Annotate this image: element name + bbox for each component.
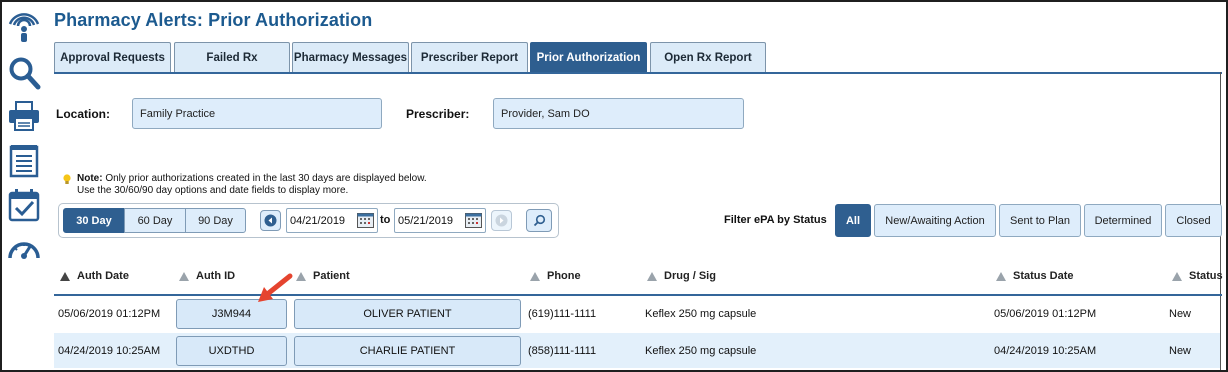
note-text: Note: Only prior authorizations created … bbox=[62, 173, 427, 197]
calendar-check-icon[interactable] bbox=[6, 188, 42, 222]
auth-id-button[interactable]: UXDTHD bbox=[176, 336, 287, 366]
sort-icon bbox=[296, 271, 306, 281]
patient-button[interactable]: OLIVER PATIENT bbox=[294, 299, 521, 329]
print-icon[interactable] bbox=[6, 100, 42, 132]
previous-period-button[interactable] bbox=[260, 210, 281, 231]
sort-asc-icon bbox=[60, 271, 70, 281]
next-period-button[interactable] bbox=[491, 210, 512, 231]
sort-icon bbox=[996, 271, 1006, 281]
annotation-arrow-icon bbox=[258, 273, 293, 302]
filter-all-button[interactable]: All bbox=[835, 204, 871, 237]
auth-date-cell: 05/06/2019 01:12PM bbox=[58, 307, 161, 320]
drug-sig-cell: Keflex 250 mg capsule bbox=[645, 344, 757, 357]
column-header-status[interactable]: Status bbox=[1172, 270, 1223, 282]
list-icon[interactable] bbox=[6, 144, 42, 178]
prescriber-field[interactable]: Provider, Sam DO bbox=[493, 98, 744, 129]
filter-new-awaiting-button[interactable]: New/Awaiting Action bbox=[874, 204, 996, 237]
sort-icon bbox=[647, 271, 657, 281]
column-header-auth-id[interactable]: Auth ID bbox=[179, 270, 235, 282]
status-cell: New bbox=[1169, 307, 1192, 320]
range-30-day-button[interactable]: 30 Day bbox=[63, 208, 125, 233]
page-title: Pharmacy Alerts: Prior Authorization bbox=[54, 10, 373, 30]
location-field[interactable]: Family Practice bbox=[132, 98, 382, 129]
status-cell: New bbox=[1169, 344, 1192, 357]
column-header-auth-date[interactable]: Auth Date bbox=[60, 270, 129, 282]
column-header-patient[interactable]: Patient bbox=[296, 270, 350, 282]
calendar-icon[interactable] bbox=[465, 213, 482, 228]
search-dates-button[interactable] bbox=[526, 209, 552, 232]
tab-prescriber-report[interactable]: Prescriber Report bbox=[411, 42, 528, 73]
dashboard-icon[interactable] bbox=[6, 234, 42, 262]
note-bold: Note: bbox=[77, 173, 103, 184]
tab-open-rx-report[interactable]: Open Rx Report bbox=[650, 42, 766, 73]
search-icon[interactable] bbox=[6, 56, 42, 90]
tab-prior-authorization[interactable]: Prior Authorization bbox=[530, 42, 647, 73]
tab-approval-requests[interactable]: Approval Requests bbox=[54, 42, 171, 73]
column-header-status-date[interactable]: Status Date bbox=[996, 270, 1074, 282]
chevron-right-icon bbox=[495, 214, 508, 227]
drug-sig-cell: Keflex 250 mg capsule bbox=[645, 307, 757, 320]
sort-icon bbox=[179, 271, 189, 281]
filter-determined-button[interactable]: Determined bbox=[1084, 204, 1162, 237]
location-label: Location: bbox=[56, 107, 110, 121]
column-header-phone[interactable]: Phone bbox=[530, 270, 581, 282]
signal-icon[interactable] bbox=[6, 8, 42, 46]
app-window: Pharmacy Alerts: Prior Authorization App… bbox=[0, 0, 1228, 372]
sort-icon bbox=[530, 271, 540, 281]
note-line-2: Use the 30/60/90 day options and date fi… bbox=[77, 185, 349, 196]
filter-sent-to-plan-button[interactable]: Sent to Plan bbox=[999, 204, 1081, 237]
status-date-cell: 05/06/2019 01:12PM bbox=[994, 307, 1097, 320]
phone-cell: (858)111-1111 bbox=[528, 344, 597, 357]
table-row[interactable]: 04/24/2019 10:25AM UXDTHD CHARLIE PATIEN… bbox=[54, 333, 1220, 368]
note-line-1: Only prior authorizations created in the… bbox=[105, 173, 427, 184]
tab-pharmacy-messages[interactable]: Pharmacy Messages bbox=[292, 42, 409, 73]
tab-failed-rx[interactable]: Failed Rx bbox=[174, 42, 290, 73]
range-90-day-button[interactable]: 90 Day bbox=[185, 208, 246, 233]
filter-closed-button[interactable]: Closed bbox=[1165, 204, 1222, 237]
chevron-left-icon bbox=[264, 214, 277, 227]
auth-date-cell: 04/24/2019 10:25AM bbox=[58, 344, 161, 357]
status-date-cell: 04/24/2019 10:25AM bbox=[994, 344, 1097, 357]
calendar-icon[interactable] bbox=[357, 213, 374, 228]
prescriber-label: Prescriber: bbox=[406, 107, 470, 121]
column-header-drug-sig[interactable]: Drug / Sig bbox=[647, 270, 716, 282]
magnifier-icon bbox=[533, 214, 545, 227]
sort-icon bbox=[1172, 271, 1182, 281]
patient-button[interactable]: CHARLIE PATIENT bbox=[294, 336, 521, 366]
date-range-to-label: to bbox=[380, 214, 391, 226]
phone-cell: (619)111-1111 bbox=[528, 307, 597, 320]
tab-underline bbox=[54, 72, 1222, 74]
table-row[interactable]: 05/06/2019 01:12PM J3M944 OLIVER PATIENT… bbox=[54, 296, 1220, 331]
range-60-day-button[interactable]: 60 Day bbox=[124, 208, 186, 233]
filter-epa-label: Filter ePA by Status bbox=[724, 214, 827, 226]
